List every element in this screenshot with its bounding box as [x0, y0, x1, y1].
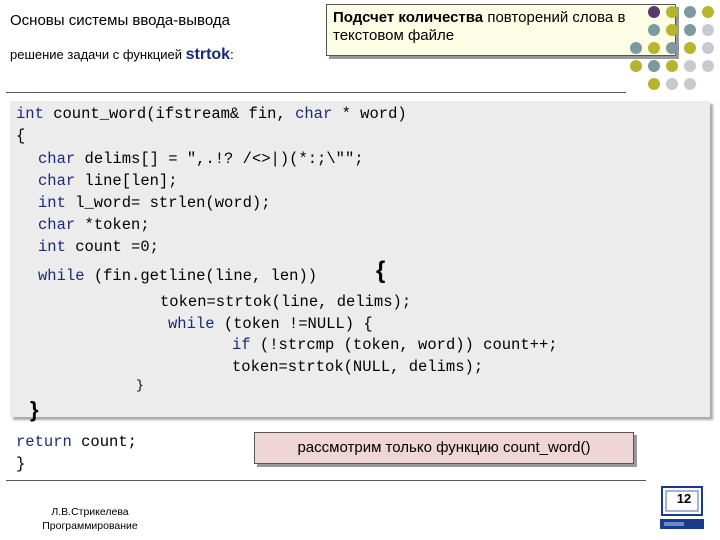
page-number: 12: [676, 491, 692, 506]
decorative-dot: [648, 42, 660, 54]
code-block: int count_word(ifstream& fin, char * wor…: [10, 101, 710, 422]
decorative-dots: [626, 4, 720, 100]
code-line-8: while (fin.getline(line, len)): [38, 267, 318, 285]
footer: Л.В.Стрикелева Программирование: [30, 505, 150, 533]
decorative-dot: [666, 60, 678, 72]
decorative-dot: [702, 60, 714, 72]
footer-author: Л.В.Стрикелева: [51, 506, 129, 518]
decorative-dot: [666, 42, 678, 54]
decorative-dot: [684, 78, 696, 90]
decorative-dot: [648, 24, 660, 36]
decorative-dot: [648, 60, 660, 72]
decorative-dot: [702, 6, 714, 18]
subtitle-text: решение задачи с функцией: [10, 47, 182, 62]
decorative-dot: [666, 24, 678, 36]
decorative-dot: [684, 42, 696, 54]
code-line-10: while (token !=NULL) {: [168, 315, 373, 333]
code-line-2: {: [16, 127, 26, 145]
code-line-return: return count;: [16, 433, 137, 451]
code-line-5: int l_word= strlen(word);: [38, 194, 271, 212]
subtitle-keyword: strtok: [185, 46, 231, 63]
divider-line: [6, 92, 626, 93]
subtitle-suffix: :: [230, 47, 234, 62]
code-line-end: }: [16, 455, 26, 473]
code-line-4: char line[len];: [38, 172, 178, 190]
close-brace-while: }: [30, 397, 39, 422]
decorative-dot: [630, 60, 642, 72]
code-line-6: char *token;: [38, 216, 150, 234]
code-line-11: if (!strcmp (token, word)) count++;: [232, 336, 558, 354]
decorative-dot: [648, 6, 660, 18]
code-line-7: int count =0;: [38, 238, 159, 256]
code-line-9: token=strtok(line, delims);: [160, 293, 412, 311]
open-brace: {: [376, 257, 386, 284]
decorative-dot: [630, 42, 642, 54]
decorative-dot: [684, 6, 696, 18]
decorative-dot: [666, 78, 678, 90]
code-line-3: char delims[] = ",.!? /<>|)(*:;\"";: [38, 150, 364, 168]
decorative-dot: [702, 42, 714, 54]
task-bold: Подсчет количества: [333, 9, 484, 26]
footer-course: Программирование: [42, 520, 138, 532]
decorative-dot: [666, 6, 678, 18]
decorative-dot: [684, 24, 696, 36]
decorative-dot: [648, 78, 660, 90]
decorative-dot: [684, 60, 696, 72]
code-line-1: int count_word(ifstream& fin, char * wor…: [16, 105, 407, 123]
slide-title: Основы системы ввода-вывода: [10, 12, 230, 29]
code-line-12: token=strtok(NULL, delims);: [232, 358, 484, 376]
footer-divider: [6, 480, 646, 481]
code-line-13: }: [136, 378, 144, 393]
decorative-dot: [702, 24, 714, 36]
note-box: рассмотрим только функцию count_word(): [254, 432, 634, 464]
task-box: Подсчет количества повторений слова в те…: [326, 4, 676, 56]
slide-subtitle: решение задачи с функцией strtok:: [10, 46, 234, 64]
